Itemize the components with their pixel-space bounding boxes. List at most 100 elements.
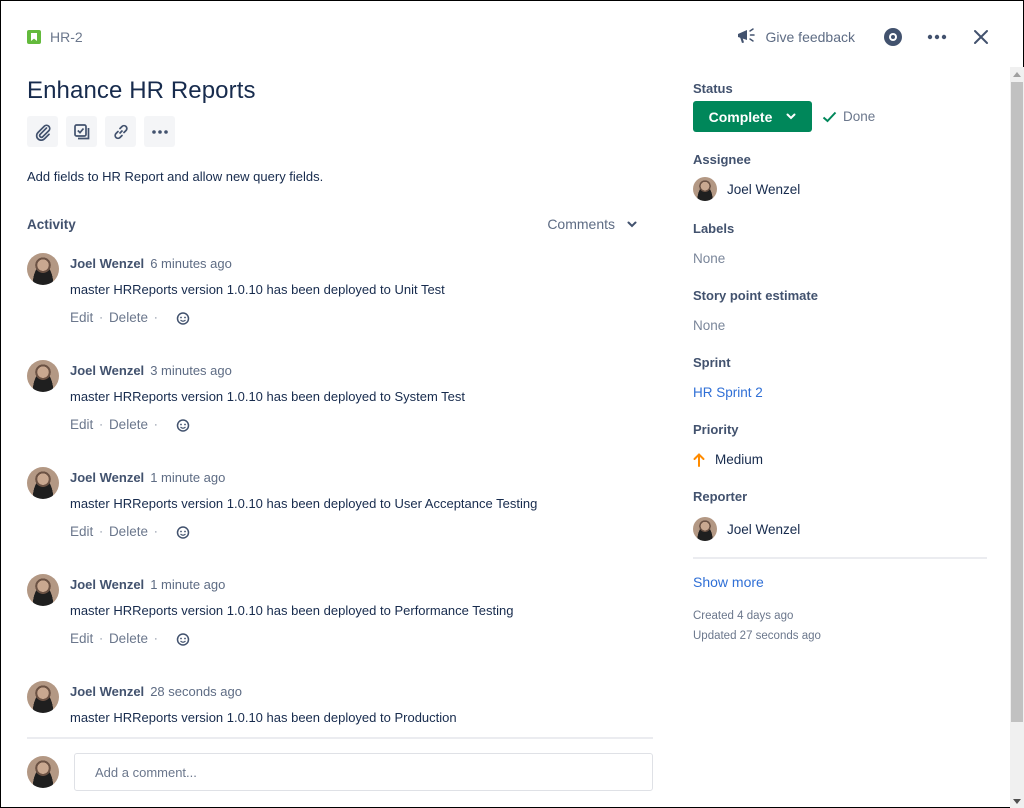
give-feedback-button[interactable]: Give feedback: [736, 27, 856, 48]
avatar[interactable]: [27, 467, 59, 499]
comment-body: master HRReports version 1.0.10 has been…: [70, 389, 466, 404]
reporter-label: Reporter: [693, 489, 748, 504]
close-icon: [974, 30, 988, 44]
add-reaction-button[interactable]: [176, 311, 190, 325]
delete-comment-button[interactable]: Delete: [109, 310, 148, 325]
comment-item: Joel Wenzel 3 minutes ago master HRReport…: [27, 360, 653, 467]
attach-button[interactable]: [27, 116, 58, 147]
more-icon: [151, 129, 168, 134]
story-icon: [27, 30, 41, 44]
activity-header: Activity Comments: [27, 216, 637, 232]
avatar: [693, 517, 717, 541]
emoji-icon: [176, 525, 189, 539]
close-button[interactable]: [969, 25, 993, 49]
comment-author[interactable]: Joel Wenzel: [70, 363, 144, 378]
comment-list: Joel Wenzel 6 minutes ago master HRReport…: [27, 253, 653, 788]
add-comment-area: [27, 753, 653, 791]
comment-time: 6 minutes ago: [150, 256, 232, 271]
scroll-thumb[interactable]: [1011, 82, 1023, 722]
comment-item: Joel Wenzel 1 minute ago master HRReports…: [27, 574, 653, 681]
avatar[interactable]: [27, 574, 59, 606]
arrow-down-icon: [1013, 798, 1021, 804]
chevron-down-icon: [627, 221, 637, 227]
updated-date: Updated 27 seconds ago: [693, 630, 821, 642]
edit-comment-button[interactable]: Edit: [70, 310, 93, 325]
edit-comment-button[interactable]: Edit: [70, 417, 93, 432]
comment-author[interactable]: Joel Wenzel: [70, 684, 144, 699]
toolbar-more-button[interactable]: [144, 116, 175, 147]
add-reaction-button[interactable]: [176, 632, 190, 646]
priority-medium-arrow-up-icon: [693, 452, 705, 467]
comment-time: 1 minute ago: [150, 577, 226, 592]
give-feedback-label: Give feedback: [765, 29, 856, 45]
more-actions-button[interactable]: [925, 25, 949, 49]
status-dropdown-button[interactable]: Complete: [693, 101, 812, 132]
sidebar-divider: [693, 557, 987, 559]
more-icon: [927, 34, 947, 40]
chevron-down-icon: [786, 113, 796, 120]
edit-comment-button[interactable]: Edit: [70, 524, 93, 539]
issue-title[interactable]: Enhance HR Reports: [27, 77, 256, 105]
link-icon: [113, 124, 128, 139]
sprint-link[interactable]: HR Sprint 2: [693, 385, 987, 400]
delete-comment-button[interactable]: Delete: [109, 524, 148, 539]
activity-filter-dropdown[interactable]: Comments: [547, 216, 637, 232]
comment-time: 3 minutes ago: [150, 363, 232, 378]
comment-author[interactable]: Joel Wenzel: [70, 256, 144, 271]
show-more-link[interactable]: Show more: [693, 574, 987, 590]
delete-comment-button[interactable]: Delete: [109, 417, 148, 432]
arrow-up-icon: [1013, 71, 1021, 77]
issue-key-breadcrumb[interactable]: HR-2: [27, 29, 83, 45]
labels-label: Labels: [693, 221, 735, 236]
link-issue-button[interactable]: [105, 116, 136, 147]
header-actions: Give feedback: [736, 25, 994, 49]
scroll-up-button[interactable]: [1010, 67, 1024, 81]
emoji-icon: [176, 311, 189, 325]
comment-time: 28 seconds ago: [150, 684, 242, 699]
activity-heading: Activity: [27, 216, 76, 232]
create-subtask-button[interactable]: [66, 116, 97, 147]
resolution: Done: [822, 109, 875, 124]
comment-body: master HRReports version 1.0.10 has been…: [70, 710, 457, 725]
resolution-value: Done: [843, 109, 876, 124]
labels-value[interactable]: None: [693, 251, 987, 266]
reporter-value: Joel Wenzel: [727, 521, 801, 537]
issue-toolbar: [27, 116, 175, 147]
comment-author[interactable]: Joel Wenzel: [70, 577, 144, 592]
story-points-value[interactable]: None: [693, 318, 987, 333]
activity-filter-value: Comments: [547, 216, 615, 232]
comment-divider: [27, 737, 653, 739]
comment-body: master HRReports version 1.0.10 has been…: [70, 603, 514, 618]
sidebar-scrollbar[interactable]: [1010, 67, 1024, 808]
scroll-down-button[interactable]: [1010, 794, 1024, 808]
comment-body: master HRReports version 1.0.10 has been…: [70, 496, 538, 511]
add-reaction-button[interactable]: [176, 525, 190, 539]
sprint-label: Sprint: [693, 355, 731, 370]
avatar[interactable]: [27, 681, 59, 713]
reporter-field[interactable]: Joel Wenzel: [693, 517, 987, 541]
watch-button[interactable]: [881, 25, 905, 49]
details-sidebar: Status Complete Done Assignee Joel Wenze…: [693, 81, 987, 646]
megaphone-icon: [736, 27, 758, 48]
status-value: Complete: [708, 108, 773, 125]
delete-comment-button[interactable]: Delete: [109, 631, 148, 646]
priority-field[interactable]: Medium: [693, 452, 987, 467]
paperclip-icon: [35, 123, 51, 141]
comment-item: Joel Wenzel 1 minute ago master HRReports…: [27, 467, 653, 574]
add-reaction-button[interactable]: [176, 418, 190, 432]
emoji-icon: [176, 632, 189, 646]
avatar[interactable]: [27, 360, 59, 392]
current-user-avatar: [27, 756, 59, 788]
edit-comment-button[interactable]: Edit: [70, 631, 93, 646]
comment-body: master HRReports version 1.0.10 has been…: [70, 282, 445, 297]
issue-key[interactable]: HR-2: [50, 29, 83, 45]
assignee-label: Assignee: [693, 152, 751, 167]
assignee-field[interactable]: Joel Wenzel: [693, 177, 987, 201]
emoji-icon: [176, 418, 189, 432]
avatar[interactable]: [27, 253, 59, 285]
add-comment-input[interactable]: [74, 753, 653, 791]
comment-item: Joel Wenzel 6 minutes ago master HRReport…: [27, 253, 653, 360]
comment-time: 1 minute ago: [150, 470, 226, 485]
comment-author[interactable]: Joel Wenzel: [70, 470, 144, 485]
issue-description[interactable]: Add fields to HR Report and allow new qu…: [27, 169, 323, 184]
